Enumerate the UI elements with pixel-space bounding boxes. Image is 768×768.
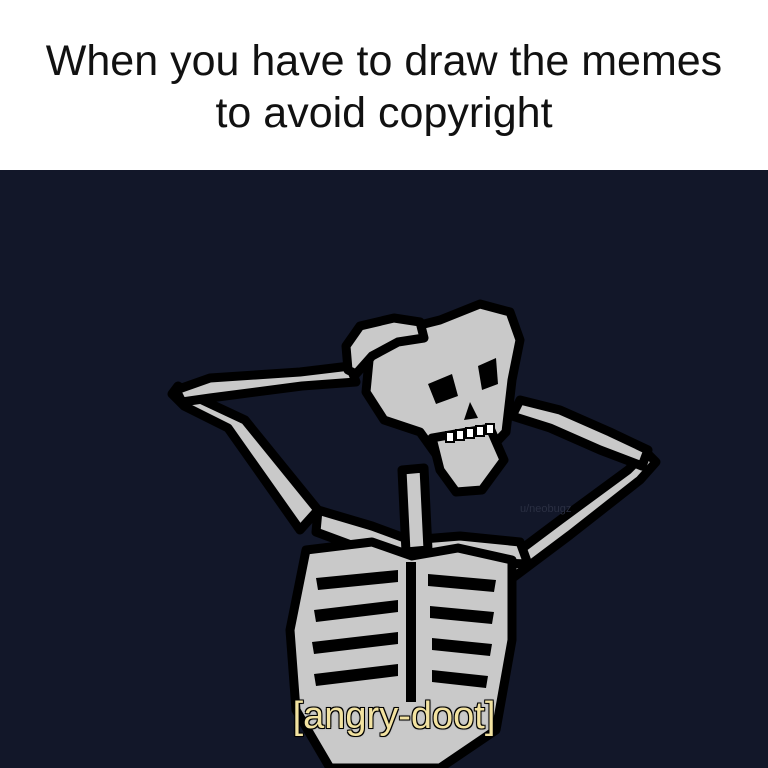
tooth [445, 431, 455, 443]
meme-image: When you have to draw the memes to avoid… [0, 0, 768, 768]
caption-line-1: When you have to draw the memes [45, 37, 723, 85]
artist-watermark: u/neobugz [520, 503, 572, 515]
left-upper-arm [167, 381, 323, 535]
spine [397, 463, 433, 557]
left-forearm [171, 361, 361, 407]
tooth [475, 425, 485, 437]
tooth [465, 427, 475, 439]
caption-area: When you have to draw the memes to avoid… [0, 0, 768, 170]
subtitle-caption: [angry-doot] [292, 695, 496, 737]
sternum [406, 562, 416, 702]
tooth [455, 429, 465, 441]
tooth [485, 423, 495, 435]
caption-line-2: to avoid copyright [215, 89, 553, 137]
right-forearm [507, 395, 653, 471]
skeleton-drawing [167, 299, 661, 768]
skeleton-drawing-panel: u/neobugz [angry-doot] [0, 170, 768, 768]
